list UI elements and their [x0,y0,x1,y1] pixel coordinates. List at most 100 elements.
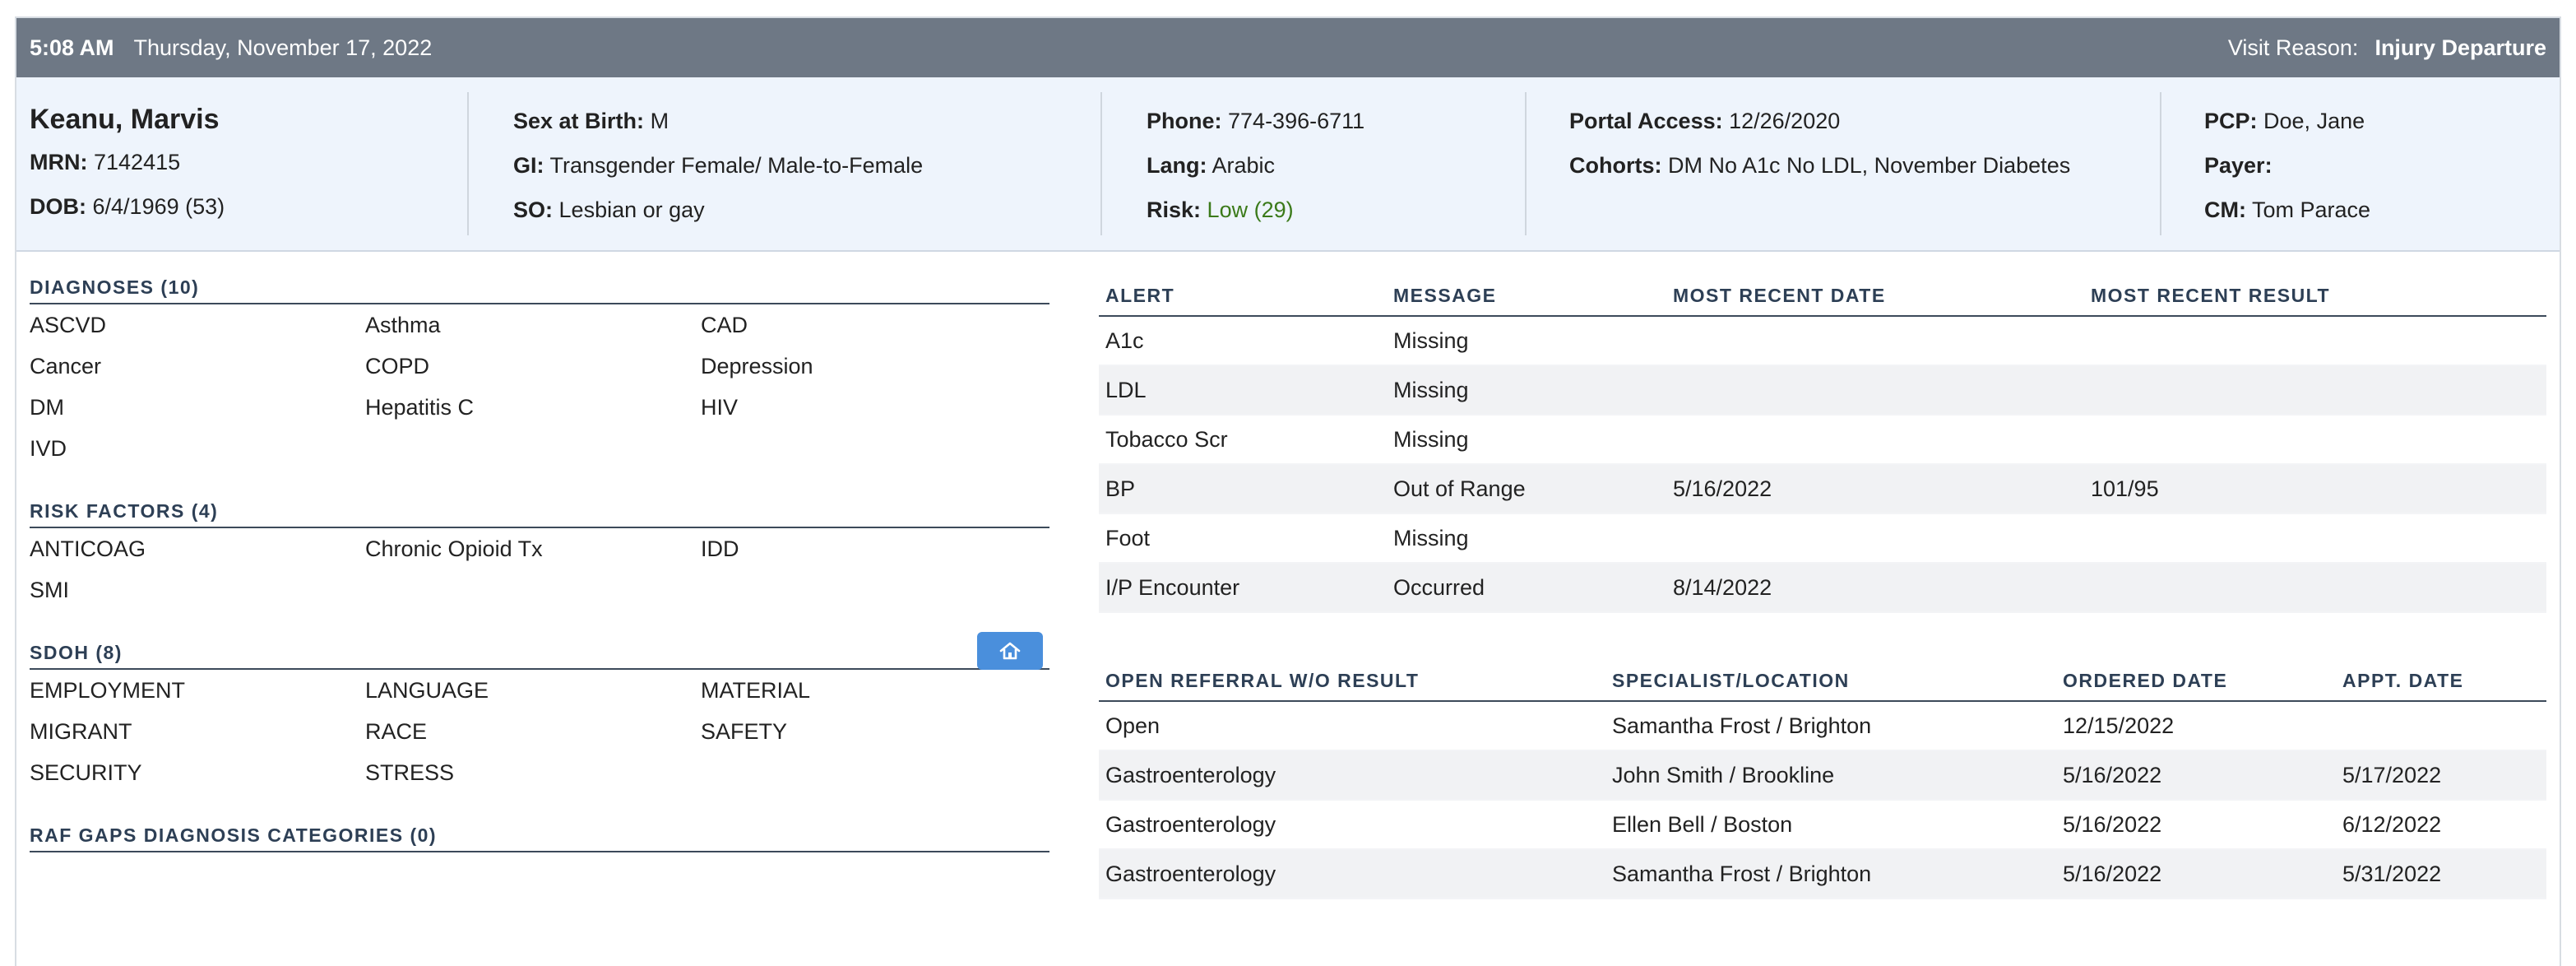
diagnosis-item: DM [30,395,64,420]
sdoh-item: RACE [365,719,428,744]
risk-factor-item: IDD [701,536,739,561]
risk-factors-list: ANTICOAG Chronic Opioid Tx IDD SMI [30,528,1049,611]
patient-banner: Keanu, Marvis MRN: 7142415 DOB: 6/4/1969… [16,77,2560,252]
referral-cell: Samantha Frost / Brighton [1605,701,2056,751]
alert-column-header[interactable]: ALERT [1099,275,1387,317]
diagnosis-item: CAD [701,313,748,337]
risk-factors-heading: RISK FACTORS (4) [30,489,1049,528]
phone-line: Phone: 774-396-6711 [1147,109,1365,133]
current-date: Thursday, November 17, 2022 [133,35,433,60]
alert-cell: Out of Range [1387,464,1666,514]
diagnosis-item: Hepatitis C [365,395,475,420]
banner-identity: Keanu, Marvis MRN: 7142415 DOB: 6/4/1969… [16,77,467,250]
pcp-value: Doe, Jane [2263,109,2365,133]
sdoh-list: EMPLOYMENT LANGUAGE MATERIAL MIGRANT RACE SAF… [30,670,1049,793]
alert-cell: 101/95 [2084,464,2546,514]
risk-factor-item: SMI [30,578,70,602]
risk-line: Risk: Low (29) [1147,197,1294,222]
sdoh-item: SAFETY [701,719,788,744]
referral-cell: John Smith / Brookline [1605,750,2056,801]
alert-cell: 5/16/2022 [1666,464,2084,514]
alert-row[interactable]: Tobacco Scr Missing [1099,415,2546,465]
referral-cell: 5/16/2022 [2056,750,2336,801]
alert-cell: LDL [1099,365,1387,416]
so-line: SO: Lesbian or gay [513,197,705,222]
referral-cell: 5/31/2022 [2336,849,2546,899]
referral-row[interactable]: Open Samantha Frost / Brighton 12/15/2022 [1099,701,2546,751]
referral-cell [2336,701,2546,751]
referral-cell: Samantha Frost / Brighton [1605,849,2056,899]
alert-cell: Occurred [1387,563,1666,613]
alert-row[interactable]: BP Out of Range 5/16/2022 101/95 [1099,464,2546,514]
portal-line: Portal Access: 12/26/2020 [1569,109,1841,133]
mrn-value: 7142415 [94,150,181,174]
alert-row[interactable]: I/P Encounter Occurred 8/14/2022 [1099,563,2546,613]
so-value: Lesbian or gay [558,197,705,222]
mrn-line: MRN: 7142415 [30,150,181,174]
alert-row[interactable]: Foot Missing [1099,513,2546,564]
referral-cell: Gastroenterology [1099,849,1605,899]
home-icon [999,642,1021,660]
referral-row[interactable]: Gastroenterology Ellen Bell / Boston 5/16/… [1099,800,2546,850]
risk-factor-item: Chronic Opioid Tx [365,536,543,561]
visit-reason-value: Injury Departure [2374,35,2546,60]
alert-cell [2084,316,2546,366]
referral-cell: Gastroenterology [1099,750,1605,801]
referral-cell: 5/16/2022 [2056,800,2336,850]
raf-gaps-heading: RAF GAPS DIAGNOSIS CATEGORIES (0) [30,813,1049,852]
sdoh-item: MATERIAL [701,678,811,703]
alert-cell: BP [1099,464,1387,514]
sex-line: Sex at Birth: M [513,109,669,133]
alert-cell [1666,513,2084,564]
referral-column-header[interactable]: SPECIALIST/LOCATION [1605,660,2056,702]
top-bar: 5:08 AM Thursday, November 17, 2022 Visi… [16,18,2560,77]
banner-portal: Portal Access: 12/26/2020 Cohorts: DM No… [1525,77,2160,250]
alerts-table: ALERT MESSAGE MOST RECENT DATE MOST RECENT … [1099,275,2546,613]
diagnosis-item: HIV [701,395,739,420]
cm-line: CM: Tom Parace [2204,197,2371,222]
referral-cell: 5/17/2022 [2336,750,2546,801]
pcp-line: PCP: Doe, Jane [2204,109,2365,133]
alert-column-header[interactable]: MOST RECENT RESULT [2084,275,2546,317]
payer-line: Payer: [2204,153,2273,178]
patient-summary-frame: 5:08 AM Thursday, November 17, 2022 Visi… [15,16,2561,966]
referral-row[interactable]: Gastroenterology John Smith / Brookline 5/… [1099,750,2546,801]
dob-value: 6/4/1969 (53) [92,194,225,219]
alert-column-header[interactable]: MESSAGE [1387,275,1666,317]
alert-cell [2084,563,2546,613]
diagnosis-item: Asthma [365,313,441,337]
patient-name: Keanu, Marvis [30,104,220,135]
alert-cell: Foot [1099,513,1387,564]
alert-cell: Tobacco Scr [1099,415,1387,465]
alert-cell: 8/14/2022 [1666,563,2084,613]
referral-column-header[interactable]: OPEN REFERRAL W/O RESULT [1099,660,1605,702]
sdoh-home-button[interactable] [977,632,1043,670]
diagnoses-heading: DIAGNOSES (10) [30,265,1049,304]
referral-column-header[interactable]: APPT. DATE [2336,660,2546,702]
banner-gender: Sex at Birth: M GI: Transgender Female/ … [467,77,1100,250]
referral-cell: 12/15/2022 [2056,701,2336,751]
alert-row[interactable]: LDL Missing [1099,365,2546,416]
sdoh-section-header: SDOH (8) [30,630,1049,670]
lang-line: Lang: Arabic [1147,153,1276,178]
sex-value: M [650,109,669,133]
banner-contact: Phone: 774-396-6711 Lang: Arabic Risk: L… [1100,77,1525,250]
alert-row[interactable]: A1c Missing [1099,316,2546,366]
phone-value: 774-396-6711 [1228,109,1365,133]
alert-cell [1666,415,2084,465]
alert-cell: I/P Encounter [1099,563,1387,613]
alert-cell [1666,316,2084,366]
visit-reason-label: Visit Reason: [2227,35,2359,60]
diagnosis-item: IVD [30,436,67,461]
risk-value: Low (29) [1207,197,1294,222]
portal-value: 12/26/2020 [1729,109,1841,133]
alert-cell: A1c [1099,316,1387,366]
alert-column-header[interactable]: MOST RECENT DATE [1666,275,2084,317]
sdoh-item: EMPLOYMENT [30,678,186,703]
alert-cell: Missing [1387,316,1666,366]
referral-row[interactable]: Gastroenterology Samantha Frost / Brighto… [1099,849,2546,899]
sdoh-item: STRESS [365,760,455,785]
referral-column-header[interactable]: ORDERED DATE [2056,660,2336,702]
diagnosis-item: ASCVD [30,313,107,337]
cm-value: Tom Parace [2252,197,2371,222]
